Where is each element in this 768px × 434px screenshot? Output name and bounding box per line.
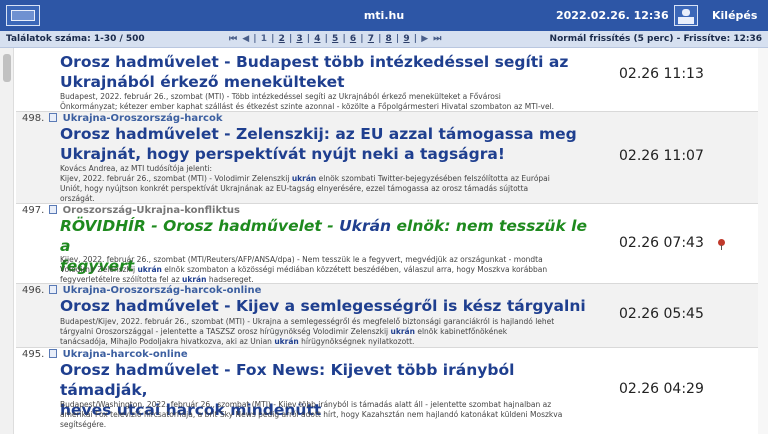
document-icon — [49, 349, 58, 358]
news-title[interactable]: Orosz hadművelet - Budapest több intézke… — [60, 52, 600, 92]
page-link-7[interactable]: 7 — [368, 34, 374, 44]
page-link-6[interactable]: 6 — [350, 34, 356, 44]
news-time: 02.26 11:13 — [619, 66, 704, 82]
page-link-2[interactable]: 2 — [279, 34, 285, 44]
user-button[interactable] — [674, 5, 698, 26]
prev-page-button[interactable]: ◀ — [242, 34, 249, 44]
document-icon — [49, 205, 58, 214]
top-bar: mti.hu 2022.02.26. 12:36 Kilépés — [0, 0, 768, 31]
news-lead: Budapest, 2022. február 26., szombat (MT… — [60, 92, 555, 111]
result-count: Találatok száma: 1-30 / 500 — [6, 34, 145, 44]
news-time: 02.26 11:07 — [619, 148, 704, 164]
news-header: 497. Oroszország-Ukrajna-konfliktus — [22, 205, 240, 216]
news-title[interactable]: Orosz hadművelet - Kijev a semlegességrő… — [60, 296, 600, 316]
news-time: 02.26 07:43 — [619, 235, 704, 251]
page-link-4[interactable]: 4 — [314, 34, 320, 44]
pager: ⏮ ◀ | 1 | 2 | 3 | 4 | 5 | 6 | 7 | 8 | 9 … — [229, 34, 442, 44]
list-item[interactable]: 497. Oroszország-Ukrajna-konfliktus RÖVI… — [16, 204, 758, 284]
list-item[interactable]: Orosz hadművelet - Budapest több intézke… — [16, 48, 758, 112]
news-header: 495. Ukrajna-harcok-online — [22, 349, 188, 360]
news-title[interactable]: Orosz hadművelet - Zelenszkij: az EU azz… — [60, 124, 600, 164]
page-link-1[interactable]: 1 — [261, 34, 267, 44]
news-header: 498. Ukrajna-Oroszország-harcok — [22, 113, 223, 124]
news-tag[interactable]: Oroszország-Ukrajna-konfliktus — [63, 205, 240, 216]
document-icon — [49, 285, 58, 294]
document-icon — [49, 113, 58, 122]
list-item[interactable]: 495. Ukrajna-harcok-online Orosz hadműve… — [16, 348, 758, 434]
results-bar: Találatok száma: 1-30 / 500 ⏮ ◀ | 1 | 2 … — [0, 31, 768, 48]
list-item[interactable]: 498. Ukrajna-Oroszország-harcok Orosz ha… — [16, 112, 758, 204]
current-datetime: 2022.02.26. 12:36 — [556, 9, 669, 22]
page-link-5[interactable]: 5 — [332, 34, 338, 44]
news-tag[interactable]: Ukrajna-Oroszország-harcok — [63, 113, 223, 124]
next-page-button[interactable]: ▶ — [421, 34, 428, 44]
page-link-8[interactable]: 8 — [386, 34, 392, 44]
page-link-3[interactable]: 3 — [296, 34, 302, 44]
user-icon — [682, 9, 690, 16]
news-lead: Kijev, 2022. február 26., szombat (MTI/R… — [60, 255, 548, 284]
news-lead: Kovács Andrea, az MTI tudósítója jelenti… — [60, 164, 550, 203]
news-tag[interactable]: Ukrajna-harcok-online — [63, 349, 188, 360]
news-list: Orosz hadművelet - Budapest több intézke… — [16, 48, 758, 434]
list-item[interactable]: 496. Ukrajna-Oroszország-harcok-online O… — [16, 284, 758, 348]
logout-link[interactable]: Kilépés — [712, 0, 757, 31]
last-page-button[interactable]: ⏭ — [433, 34, 441, 44]
pin-icon[interactable] — [718, 239, 725, 250]
news-tag[interactable]: Ukrajna-Oroszország-harcok-online — [63, 285, 262, 296]
news-time: 02.26 05:45 — [619, 306, 704, 322]
page-link-9[interactable]: 9 — [403, 34, 409, 44]
news-lead: Budapest/Kijev, 2022. február 26., szomb… — [60, 317, 555, 346]
left-scrollbar[interactable] — [0, 48, 14, 434]
first-page-button[interactable]: ⏮ — [229, 34, 237, 44]
news-time: 02.26 04:29 — [619, 381, 704, 397]
news-lead: Budapest/Washington, 2022. február 26., … — [60, 400, 563, 429]
refresh-status: Normál frissítés (5 perc) - Frissítve: 1… — [549, 34, 762, 44]
news-header: 496. Ukrajna-Oroszország-harcok-online — [22, 285, 262, 296]
right-gutter — [758, 48, 768, 434]
